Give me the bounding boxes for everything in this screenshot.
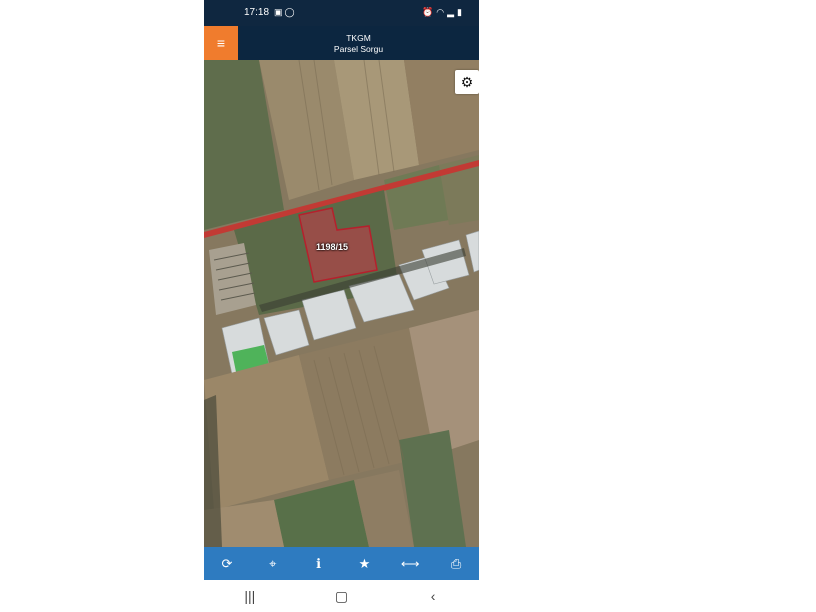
alarm-icon: ⏰ [422,7,437,17]
map-imagery [204,60,479,547]
menu-button[interactable]: ≡ [204,26,238,60]
star-icon: ★ [358,555,371,571]
parcel-label[interactable]: 1198/15 [316,242,348,252]
print-icon: ⎙ [450,555,462,571]
wifi-icon: ◠ [436,7,448,17]
info-button[interactable]: ℹ [305,550,333,578]
image-icon: ▣ [274,7,285,17]
recents-button[interactable]: ||| [230,588,270,604]
refresh-icon: ⟳ [221,555,233,571]
favorite-button[interactable]: ★ [350,550,378,578]
phone-screen: 17:18 ▣◯ ⏰◠▂▮ ≡ TKGM Parsel Sorgu 1198/1… [204,0,479,612]
back-button[interactable]: ‹ [413,588,453,604]
bottom-toolbar: ⟳ ⌖ ℹ ★ ⟷ ⎙ [204,547,479,580]
back-icon: ‹ [430,588,436,604]
locate-button[interactable]: ⌖ [259,550,287,578]
measure-icon: ⟷ [400,555,420,571]
battery-icon: ▮ [457,7,465,17]
hamburger-icon: ≡ [216,35,226,51]
signal-icon: ▂ [447,7,458,17]
print-button[interactable]: ⎙ [442,550,470,578]
status-bar: 17:18 ▣◯ ⏰◠▂▮ [204,0,479,26]
home-button[interactable]: ▢ [321,588,361,605]
measure-button[interactable]: ⟷ [396,550,424,578]
info-icon: ℹ [316,555,322,571]
locate-icon: ⌖ [269,555,277,571]
gear-icon: ⚙ [460,73,474,90]
app-title: TKGM [346,33,371,43]
app-subtitle: Parsel Sorgu [333,44,384,54]
recents-icon: ||| [244,588,256,604]
home-icon: ▢ [334,587,349,604]
status-left-icons: ▣◯ [274,7,297,18]
app-header: ≡ TKGM Parsel Sorgu [204,26,479,60]
map-settings-button[interactable]: ⚙ [455,70,479,94]
header-titles: TKGM Parsel Sorgu [238,33,479,55]
system-navbar: ||| ▢ ‹ [204,580,479,612]
refresh-button[interactable]: ⟳ [213,550,241,578]
whatsapp-icon: ◯ [284,7,297,17]
status-time: 17:18 [244,7,270,18]
satellite-map[interactable]: 1198/15 [204,60,479,547]
status-right-icons: ⏰◠▂▮ [422,7,465,18]
